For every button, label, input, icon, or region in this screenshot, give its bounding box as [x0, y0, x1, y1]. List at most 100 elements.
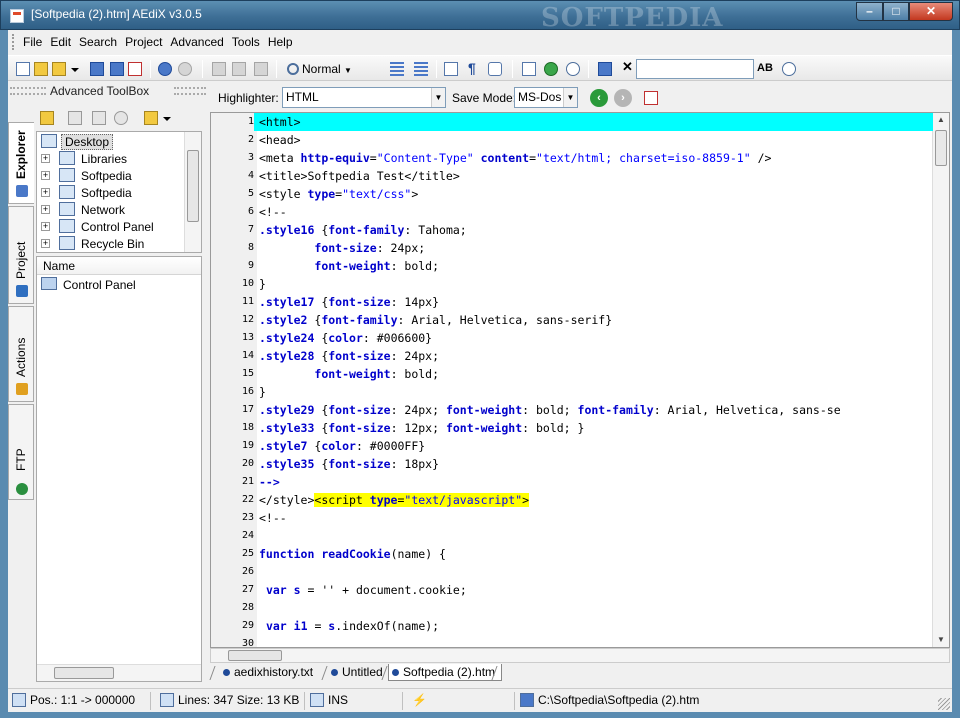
code-line[interactable]: 26: [211, 563, 933, 581]
copy-icon[interactable]: [230, 60, 248, 78]
code-line[interactable]: 10}: [211, 275, 933, 293]
indent-icon[interactable]: [388, 60, 406, 78]
resize-grip[interactable]: [938, 698, 950, 710]
editor-horizontal-scrollbar[interactable]: [210, 648, 950, 663]
doc-tab[interactable]: aedixhistory.txt: [220, 664, 313, 681]
scroll-down-icon[interactable]: ▼: [935, 635, 947, 647]
minimize-button[interactable]: –: [856, 2, 883, 21]
code-line[interactable]: 4 <title>Softpedia Test</title>: [211, 167, 933, 185]
tree-item-network[interactable]: + Network: [37, 201, 187, 218]
replace-icon[interactable]: [542, 60, 560, 78]
code-line[interactable]: 3 <meta http-equiv="Content-Type" content…: [211, 149, 933, 167]
find-next-icon[interactable]: [564, 60, 582, 78]
code-line[interactable]: 8 font-size: 24px;: [211, 239, 933, 257]
wizard-icon[interactable]: [32, 60, 50, 78]
menu-advanced[interactable]: Advanced: [166, 35, 227, 49]
open-dropdown-icon[interactable]: [70, 60, 80, 78]
code-line[interactable]: 2 <head>: [211, 131, 933, 149]
code-line[interactable]: 7 .style16 {font-family: Tahoma;: [211, 221, 933, 239]
editor-hscroll-thumb[interactable]: [228, 650, 282, 661]
quick-find-input[interactable]: [636, 59, 754, 79]
close-find-icon[interactable]: ✕: [622, 59, 633, 75]
connect-icon[interactable]: [90, 109, 108, 127]
search-icon[interactable]: [780, 60, 798, 78]
disconnect-icon[interactable]: [112, 109, 130, 127]
expand-icon[interactable]: +: [41, 239, 50, 248]
code-line[interactable]: 1 <html>: [211, 113, 933, 131]
match-case-icon[interactable]: AB: [757, 62, 773, 74]
export-icon[interactable]: [596, 60, 614, 78]
list-scroll-thumb[interactable]: [54, 667, 114, 679]
code-line[interactable]: 15 font-weight: bold;: [211, 365, 933, 383]
code-line[interactable]: 11 .style17 {font-size: 14px}: [211, 293, 933, 311]
toolbox-grip[interactable]: [10, 87, 46, 95]
menu-search[interactable]: Search: [75, 35, 121, 49]
tree-item-control-panel[interactable]: + Control Panel: [37, 218, 187, 235]
code-line[interactable]: 25 function readCookie(name) {: [211, 545, 933, 563]
expand-icon[interactable]: +: [41, 222, 50, 231]
code-line[interactable]: 19 .style7 {color: #0000FF}: [211, 437, 933, 455]
maximize-button[interactable]: □: [883, 2, 909, 21]
code-line[interactable]: 21 -->: [211, 473, 933, 491]
pilcrow-icon[interactable]: ¶: [464, 60, 482, 78]
expand-icon[interactable]: +: [41, 171, 50, 180]
tree-item-desktop[interactable]: Desktop: [37, 133, 187, 150]
code-line[interactable]: 22 </style><script type="text/javascript"…: [211, 491, 933, 509]
open-folder-icon[interactable]: [50, 60, 68, 78]
back-icon[interactable]: ‹: [590, 89, 608, 107]
code-line[interactable]: 9 font-weight: bold;: [211, 257, 933, 275]
cut-icon[interactable]: [210, 60, 228, 78]
open-folder-icon[interactable]: [142, 109, 160, 127]
code-line[interactable]: 14 .style28 {font-size: 24px;: [211, 347, 933, 365]
chevron-down-icon[interactable]: [162, 109, 172, 127]
code-line[interactable]: 30: [211, 635, 933, 647]
code-line[interactable]: 27 var s = '' + document.cookie;: [211, 581, 933, 599]
code-line[interactable]: 18 .style33 {font-size: 12px; font-weight…: [211, 419, 933, 437]
tree-item-libraries[interactable]: + Libraries: [37, 150, 187, 167]
menu-tools[interactable]: Tools: [228, 35, 264, 49]
code-line[interactable]: 6 <!--: [211, 203, 933, 221]
close-document-icon[interactable]: [642, 89, 660, 107]
tree-item-softpedia[interactable]: + Softpedia: [37, 184, 187, 201]
tree-item-softpedia[interactable]: + Softpedia: [37, 167, 187, 184]
tab-project[interactable]: Project: [8, 206, 34, 304]
title-bar[interactable]: [Softpedia (2).htm] AEdiX v3.0.5 SOFTPED…: [0, 0, 960, 33]
document-icon[interactable]: [442, 60, 460, 78]
close-button[interactable]: ✕: [909, 2, 953, 21]
forward-icon[interactable]: ›: [614, 89, 632, 107]
list-scrollbar[interactable]: [37, 664, 201, 681]
redo-icon[interactable]: [176, 60, 194, 78]
menu-help[interactable]: Help: [264, 35, 297, 49]
zoom-dropdown[interactable]: Normal ▼: [287, 60, 357, 78]
tab-ftp[interactable]: FTP: [8, 404, 34, 500]
menu-grip[interactable]: [12, 34, 16, 50]
insert-mode[interactable]: INS: [328, 693, 348, 707]
folder-tree[interactable]: Desktop + Libraries + Softpedia + Softpedia + Ne…: [36, 131, 202, 253]
expand-icon[interactable]: +: [41, 154, 50, 163]
menu-file[interactable]: File: [19, 35, 46, 49]
menu-edit[interactable]: Edit: [46, 35, 75, 49]
save-icon[interactable]: [88, 60, 106, 78]
highlighter-select[interactable]: HTML ▼: [282, 87, 446, 108]
find-icon[interactable]: [520, 60, 538, 78]
refresh-icon[interactable]: [66, 109, 84, 127]
tree-item-recycle-bin[interactable]: + Recycle Bin: [37, 235, 187, 252]
paste-icon[interactable]: [252, 60, 270, 78]
code-line[interactable]: 5 <style type="text/css">: [211, 185, 933, 203]
outdent-icon[interactable]: [412, 60, 430, 78]
tab-actions[interactable]: Actions: [8, 306, 34, 402]
code-line[interactable]: 17 .style29 {font-size: 24px; font-weight…: [211, 401, 933, 419]
save-mode-select[interactable]: MS-Dos ▼: [514, 87, 578, 108]
code-line[interactable]: 16}: [211, 383, 933, 401]
name-column-header[interactable]: Name: [37, 257, 201, 275]
save-all-icon[interactable]: [108, 60, 126, 78]
app-icon[interactable]: [10, 9, 24, 23]
code-line[interactable]: 24: [211, 527, 933, 545]
code-line[interactable]: 29 var i1 = s.indexOf(name);: [211, 617, 933, 635]
editor-vertical-scrollbar[interactable]: ▲ ▼: [932, 113, 949, 647]
up-folder-icon[interactable]: [38, 109, 56, 127]
code-editor[interactable]: ▲ ▼ 1 <html> 2 <head> 3 <meta http-equiv="Con…: [210, 112, 950, 648]
doc-tab[interactable]: Softpedia (2).htm: [388, 664, 503, 681]
code-line[interactable]: 13 .style24 {color: #006600}: [211, 329, 933, 347]
expand-icon[interactable]: +: [41, 205, 50, 214]
